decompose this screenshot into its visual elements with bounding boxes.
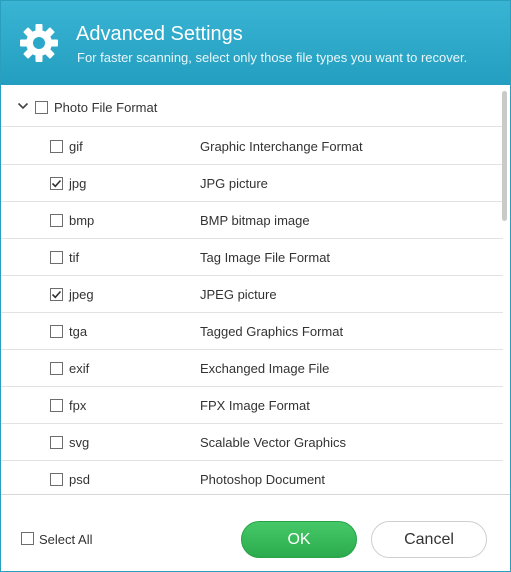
file-type-extension: gif [69, 139, 83, 154]
file-type-checkbox[interactable] [50, 473, 63, 486]
select-all-label[interactable]: Select All [39, 532, 92, 547]
file-type-extension: exif [69, 361, 90, 376]
file-type-extension: tga [69, 324, 88, 339]
file-type-extension: jpeg [69, 287, 94, 302]
file-type-checkbox[interactable] [50, 140, 63, 153]
file-type-row[interactable]: fpx FPX Image Format [1, 387, 503, 424]
scrollbar-thumb[interactable] [502, 91, 507, 221]
file-type-description: Scalable Vector Graphics [200, 435, 346, 450]
advanced-settings-dialog: Advanced Settings For faster scanning, s… [0, 0, 511, 572]
file-type-description: JPEG picture [200, 287, 277, 302]
file-type-checkbox[interactable] [50, 436, 63, 449]
ok-button[interactable]: OK [241, 521, 357, 558]
file-type-extension: tif [69, 250, 80, 265]
file-type-extension: svg [69, 435, 90, 450]
file-type-row[interactable]: gif Graphic Interchange Format [1, 128, 503, 165]
chevron-down-icon[interactable] [17, 100, 29, 112]
file-type-row[interactable]: psd Photoshop Document [1, 461, 503, 494]
file-type-description: Tagged Graphics Format [200, 324, 344, 339]
file-type-description: BMP bitmap image [200, 213, 310, 228]
file-type-extension: bmp [69, 213, 95, 228]
file-type-list: Photo File Format gif Graphic Interchange… [1, 87, 510, 495]
file-type-row[interactable]: jpeg JPEG picture [1, 276, 503, 313]
file-type-row[interactable]: svg Scalable Vector Graphics [1, 424, 503, 461]
file-type-description: Tag Image File Format [200, 250, 331, 265]
cancel-button[interactable]: Cancel [371, 521, 487, 558]
file-type-description: FPX Image Format [200, 398, 310, 413]
file-type-checkbox[interactable] [50, 399, 63, 412]
file-type-row[interactable]: tif Tag Image File Format [1, 239, 503, 276]
file-type-checkbox[interactable] [50, 362, 63, 375]
group-label: Photo File Format [54, 100, 158, 115]
dialog-header: Advanced Settings For faster scanning, s… [1, 1, 510, 85]
file-type-row[interactable]: jpg JPG picture [1, 165, 503, 202]
file-type-extension: jpg [69, 176, 87, 191]
file-type-extension: fpx [69, 398, 87, 413]
dialog-title: Advanced Settings [76, 23, 243, 45]
file-type-row[interactable]: tga Tagged Graphics Format [1, 313, 503, 350]
scrollbar[interactable] [500, 91, 509, 491]
group-row-photo[interactable]: Photo File Format [1, 87, 503, 127]
file-type-checkbox[interactable] [50, 325, 63, 338]
file-type-checkbox[interactable] [50, 214, 63, 227]
dialog-subtitle: For faster scanning, select only those f… [77, 50, 468, 65]
file-type-description: Graphic Interchange Format [200, 139, 363, 154]
file-type-checkbox[interactable] [50, 177, 63, 190]
checkmark-icon [51, 179, 62, 188]
gear-icon [20, 24, 58, 62]
group-checkbox[interactable] [35, 101, 48, 114]
file-type-extension: psd [69, 472, 90, 487]
file-type-description: Photoshop Document [200, 472, 326, 487]
file-type-checkbox[interactable] [50, 288, 63, 301]
file-type-row[interactable]: bmp BMP bitmap image [1, 202, 503, 239]
checkmark-icon [51, 290, 62, 299]
file-type-checkbox[interactable] [50, 251, 63, 264]
file-type-row[interactable]: exif Exchanged Image File [1, 350, 503, 387]
file-type-description: JPG picture [200, 176, 268, 191]
select-all-checkbox[interactable] [21, 532, 34, 545]
file-type-description: Exchanged Image File [200, 361, 330, 376]
